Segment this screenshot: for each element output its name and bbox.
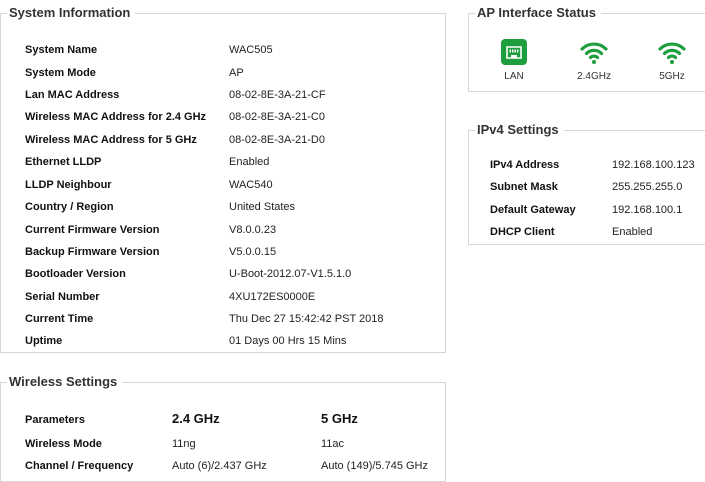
info-value: WAC505: [229, 44, 273, 56]
info-label: Current Firmware Version: [25, 224, 160, 236]
ipv4-row-subnet: Subnet Mask 255.255.255.0: [490, 180, 682, 194]
info-label: Serial Number: [25, 291, 100, 303]
wifi-icon: [569, 39, 619, 67]
info-row-bootloader: Bootloader Version U-Boot-2012.07-V1.5.1.…: [25, 267, 351, 281]
info-label: Uptime: [25, 335, 63, 347]
interface-label: 5GHz: [659, 71, 685, 82]
info-value: 08-02-8E-3A-21-C0: [229, 111, 325, 123]
info-row-uptime: Uptime 01 Days 00 Hrs 15 Mins: [25, 334, 346, 348]
info-label: Country / Region: [25, 201, 114, 213]
wireless-row-mode: Wireless Mode 11ng 11ac: [25, 437, 344, 451]
wireless-band-5-value: Auto (149)/5.745 GHz: [321, 460, 429, 472]
info-row-current-time: Current Time Thu Dec 27 15:42:42 PST 2018: [25, 312, 384, 326]
wireless-band-24-header: 2.4 GHz: [172, 411, 220, 426]
ipv4-value: 192.168.100.1: [612, 204, 683, 216]
info-value: 01 Days 00 Hrs 15 Mins: [229, 335, 347, 347]
ipv4-label: Subnet Mask: [490, 181, 558, 193]
ipv4-value: 192.168.100.123: [612, 159, 695, 171]
info-row-system-mode: System Mode AP: [25, 66, 244, 80]
info-value: Enabled: [229, 156, 270, 168]
info-value: 08-02-8E-3A-21-CF: [229, 89, 326, 101]
info-row-wireless-mac-5: Wireless MAC Address for 5 GHz 08-02-8E-3…: [25, 133, 325, 147]
interface-label: LAN: [504, 71, 524, 82]
system-information-panel: System Information System Name WAC505 Sys…: [0, 4, 446, 353]
info-value: V5.0.0.15: [229, 246, 277, 258]
info-value: 08-02-8E-3A-21-D0: [229, 134, 325, 146]
info-label: Current Time: [25, 313, 94, 325]
wireless-param-label: Channel / Frequency: [25, 460, 134, 472]
info-row-lan-mac: Lan MAC Address 08-02-8E-3A-21-CF: [25, 88, 326, 102]
interface-2-4ghz[interactable]: 2.4GHz: [569, 39, 619, 83]
info-label: Wireless MAC Address for 5 GHz: [25, 134, 197, 146]
wireless-param-header: Parameters: [25, 414, 85, 426]
wireless-settings-panel: Wireless Settings Parameters 2.4 GHz 5 GHz…: [0, 373, 446, 482]
info-value: WAC540: [229, 179, 273, 191]
info-label: Wireless MAC Address for 2.4 GHz: [25, 111, 207, 123]
interface-lan[interactable]: LAN: [489, 39, 539, 83]
info-value: 4XU172ES0000E: [229, 291, 316, 303]
wireless-row-channel: Channel / Frequency Auto (6)/2.437 GHz Aut…: [25, 459, 428, 473]
info-label: Bootloader Version: [25, 268, 126, 280]
ipv4-value: Enabled: [612, 226, 653, 238]
ap-interface-status-panel: AP Interface Status LAN 2.4GHz 5GHz: [468, 4, 705, 92]
info-row-system-name: System Name WAC505: [25, 43, 273, 57]
info-row-country-region: Country / Region United States: [25, 200, 295, 214]
wireless-band-24-value: 11ng: [172, 438, 196, 450]
wireless-band-5-header: 5 GHz: [321, 411, 358, 426]
info-row-serial-number: Serial Number 4XU172ES0000E: [25, 290, 315, 304]
wifi-icon: [647, 39, 697, 67]
info-label: System Name: [25, 44, 98, 56]
lan-port-icon: [489, 39, 539, 67]
info-label: Lan MAC Address: [25, 89, 120, 101]
info-row-current-firmware: Current Firmware Version V8.0.0.23: [25, 223, 276, 237]
interface-5ghz[interactable]: 5GHz: [647, 39, 697, 83]
ipv4-label: Default Gateway: [490, 204, 576, 216]
ipv4-label: DHCP Client: [490, 226, 555, 238]
ipv4-row-dhcp: DHCP Client Enabled: [490, 225, 652, 239]
info-value: V8.0.0.23: [229, 224, 277, 236]
ipv4-settings-title: IPv4 Settings: [475, 121, 564, 139]
wireless-band-5-value: 11ac: [321, 438, 345, 450]
ipv4-settings-panel: IPv4 Settings IPv4 Address 192.168.100.12…: [468, 121, 705, 245]
info-row-ethernet-lldp: Ethernet LLDP Enabled: [25, 155, 269, 169]
info-row-backup-firmware: Backup Firmware Version V5.0.0.15: [25, 245, 276, 259]
info-label: Backup Firmware Version: [25, 246, 160, 258]
ipv4-row-address: IPv4 Address 192.168.100.123: [490, 158, 695, 172]
interface-label: 2.4GHz: [577, 71, 611, 82]
info-label: Ethernet LLDP: [25, 156, 102, 168]
info-row-lldp-neighbour: LLDP Neighbour WAC540: [25, 178, 273, 192]
info-label: LLDP Neighbour: [25, 179, 112, 191]
wireless-settings-title: Wireless Settings: [7, 373, 123, 391]
ipv4-label: IPv4 Address: [490, 159, 560, 171]
wireless-param-label: Wireless Mode: [25, 438, 102, 450]
info-value: United States: [229, 201, 296, 213]
ipv4-row-gateway: Default Gateway 192.168.100.1: [490, 203, 682, 217]
ap-interface-status-title: AP Interface Status: [475, 4, 601, 22]
info-label: System Mode: [25, 67, 96, 79]
info-value: AP: [229, 67, 244, 79]
info-value: Thu Dec 27 15:42:42 PST 2018: [229, 313, 384, 325]
wireless-band-24-value: Auto (6)/2.437 GHz: [172, 460, 267, 472]
system-information-title: System Information: [7, 4, 136, 22]
info-value: U-Boot-2012.07-V1.5.1.0: [229, 268, 352, 280]
info-row-wireless-mac-24: Wireless MAC Address for 2.4 GHz 08-02-8E…: [25, 110, 325, 124]
wireless-header-row: Parameters 2.4 GHz 5 GHz: [25, 412, 358, 427]
ipv4-value: 255.255.255.0: [612, 181, 683, 193]
